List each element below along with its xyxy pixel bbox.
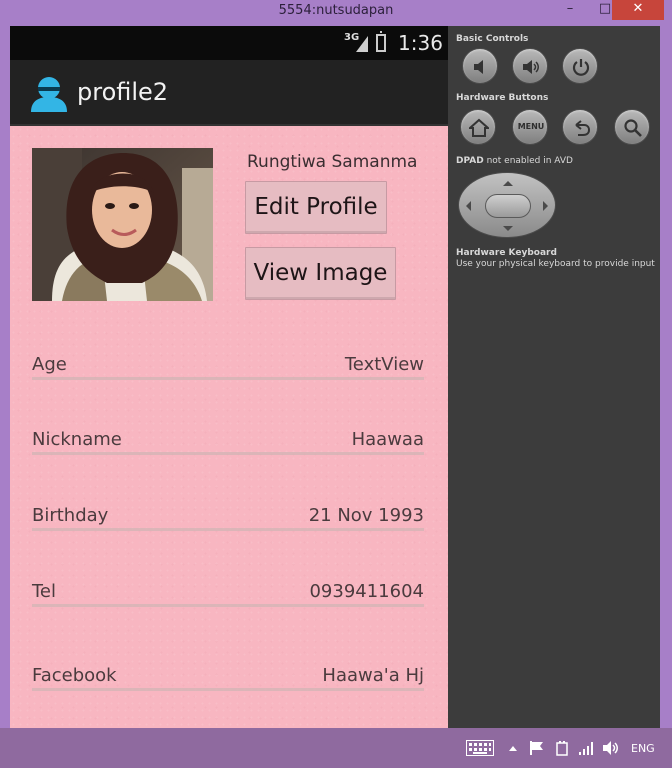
back-button[interactable]	[562, 109, 598, 145]
field-label: Age	[32, 354, 67, 375]
dpad-down-icon	[503, 226, 513, 236]
power-button[interactable]	[562, 48, 598, 84]
language-indicator[interactable]: ENG	[631, 742, 655, 755]
dpad-title: DPAD	[456, 156, 484, 166]
field-facebook: Facebook Haawa'a Hj	[32, 665, 424, 691]
emulator-controls: Basic Controls Hardware Buttons MENU DPA…	[448, 26, 660, 728]
hardware-keyboard-info: Hardware Keyboard Use your physical keyb…	[456, 248, 655, 270]
keyboard-title: Hardware Keyboard	[456, 248, 557, 258]
window-titlebar: 5554:nutsudapan – □ ✕	[0, 0, 672, 24]
app-title: profile2	[77, 78, 169, 106]
emulator-screen: 3G 1:36 profile2 Rungtiwa Samanma Edit P…	[10, 26, 448, 728]
field-age: Age TextView	[32, 354, 424, 380]
home-button[interactable]	[460, 109, 496, 145]
dpad[interactable]	[458, 172, 556, 238]
field-value: TextView	[344, 354, 424, 375]
dpad-status: DPAD not enabled in AVD	[456, 156, 573, 166]
minimize-button[interactable]: –	[555, 0, 585, 20]
close-button[interactable]: ✕	[612, 0, 664, 20]
status-time: 1:36	[398, 31, 443, 55]
field-value: Haawa'a Hj	[322, 665, 424, 686]
battery-icon	[376, 31, 386, 52]
volume-icon[interactable]	[602, 740, 620, 756]
menu-button-label: MENU	[517, 122, 545, 131]
dpad-up-icon	[503, 176, 513, 186]
dpad-center-button[interactable]	[485, 194, 531, 218]
volume-up-icon	[523, 60, 539, 74]
volume-down-button[interactable]	[462, 48, 498, 84]
window-frame-left	[0, 24, 10, 728]
field-label: Birthday	[32, 505, 109, 526]
window-frame-right	[660, 24, 672, 728]
field-tel: Tel 0939411604	[32, 581, 424, 607]
profile-photo-image	[32, 148, 213, 301]
android-status-bar: 3G 1:36	[10, 26, 448, 60]
volume-down-icon	[474, 60, 483, 74]
back-icon	[575, 120, 591, 136]
field-value: Haawaa	[351, 429, 424, 450]
hardware-buttons-label: Hardware Buttons	[456, 93, 549, 103]
menu-button[interactable]: MENU	[512, 109, 548, 145]
search-button[interactable]	[614, 109, 650, 145]
dpad-note: not enabled in AVD	[486, 156, 573, 166]
field-label: Tel	[32, 581, 57, 602]
taskbar: ENG	[0, 728, 672, 768]
keyboard-icon[interactable]	[466, 740, 494, 756]
field-label: Nickname	[32, 429, 122, 450]
signal-icon	[356, 36, 368, 52]
power-icon	[572, 59, 590, 76]
edit-profile-button[interactable]: Edit Profile	[245, 181, 387, 234]
field-value: 0939411604	[309, 581, 424, 602]
keyboard-note: Use your physical keyboard to provide in…	[456, 259, 655, 269]
person-icon	[31, 77, 67, 112]
power-status-icon[interactable]	[554, 740, 570, 756]
field-label: Facebook	[32, 665, 117, 686]
field-nickname: Nickname Haawaa	[32, 429, 424, 455]
field-value: 21 Nov 1993	[308, 505, 424, 526]
view-image-button[interactable]: View Image	[245, 247, 396, 300]
profile-content: Rungtiwa Samanma Edit Profile View Image…	[10, 126, 448, 728]
volume-up-button[interactable]	[512, 48, 548, 84]
profile-name: Rungtiwa Samanma	[247, 152, 418, 172]
flag-icon[interactable]	[529, 740, 545, 756]
basic-controls-label: Basic Controls	[456, 34, 529, 44]
search-icon	[624, 119, 642, 137]
network-signal-icon[interactable]	[578, 740, 594, 756]
field-birthday: Birthday 21 Nov 1993	[32, 505, 424, 531]
action-bar: profile2	[10, 60, 448, 126]
dpad-right-icon	[543, 201, 553, 211]
tray-expand-icon[interactable]	[508, 744, 518, 752]
profile-photo[interactable]	[32, 148, 213, 301]
dpad-left-icon	[461, 201, 471, 211]
home-icon	[469, 118, 489, 137]
